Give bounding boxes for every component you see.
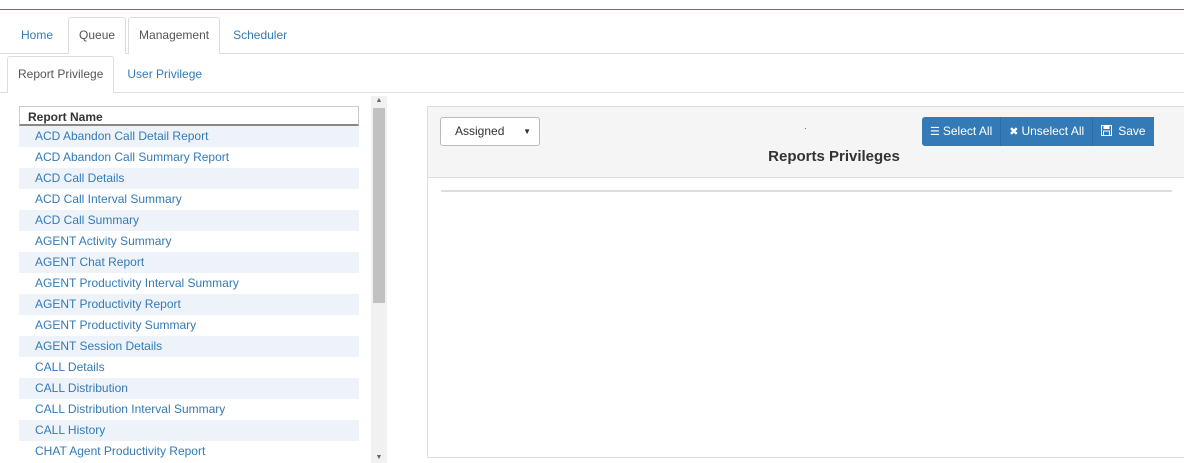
list-item[interactable]: AGENT Activity Summary (19, 231, 359, 252)
list-item[interactable]: AGENT Session Details (19, 336, 359, 357)
action-button-group: ☰ Select All ✖ Unselect All Save (922, 117, 1154, 146)
scroll-up-arrow-icon[interactable]: ▲ (371, 96, 387, 106)
list-item[interactable]: CALL Distribution (19, 378, 359, 399)
save-label: Save (1118, 124, 1146, 138)
main-tabs: Home Queue Management Scheduler (0, 17, 1184, 54)
unselect-all-label: Unselect All (1021, 124, 1085, 138)
dot-text: . (804, 121, 807, 132)
sub-tabs: Report Privilege User Privilege (0, 56, 1184, 93)
panel-header: Assigned ▼ . ☰ Select All ✖ Unselect All S… (428, 107, 1184, 178)
list-item[interactable]: ACD Call Interval Summary (19, 189, 359, 210)
list-item[interactable]: AGENT Productivity Summary (19, 315, 359, 336)
list-icon: ☰ (930, 126, 940, 138)
chevron-down-icon: ▼ (523, 127, 531, 136)
scroll-thumb[interactable] (373, 108, 385, 303)
list-item[interactable]: ACD Call Details (19, 168, 359, 189)
tab-user-privilege[interactable]: User Privilege (116, 56, 213, 91)
list-scrollbar[interactable]: ▲ ▼ (371, 96, 387, 463)
list-item[interactable]: ACD Abandon Call Detail Report (19, 126, 359, 147)
list-item[interactable]: CALL Details (19, 357, 359, 378)
list-item[interactable]: ACD Abandon Call Summary Report (19, 147, 359, 168)
list-item[interactable]: ACD Call Summary (19, 210, 359, 231)
floppy-disk-icon (1101, 125, 1115, 138)
select-value: Assigned (455, 124, 505, 138)
list-item[interactable]: CALL Distribution Interval Summary (19, 399, 359, 420)
tab-queue[interactable]: Queue (68, 17, 127, 54)
list-item[interactable]: AGENT Productivity Report (19, 294, 359, 315)
panel-divider (441, 190, 1172, 192)
report-list-header: Report Name (19, 106, 359, 126)
select-all-label: Select All (942, 124, 993, 138)
top-rule (0, 9, 1184, 10)
tab-scheduler[interactable]: Scheduler (222, 17, 298, 52)
tab-home[interactable]: Home (9, 17, 66, 52)
list-item[interactable]: AGENT Chat Report (19, 252, 359, 273)
report-list: Report Name ACD Abandon Call Detail Repo… (19, 106, 359, 463)
list-item[interactable]: AGENT Productivity Interval Summary (19, 273, 359, 294)
scroll-down-arrow-icon[interactable]: ▼ (371, 453, 387, 463)
tab-report-privilege[interactable]: Report Privilege (7, 56, 115, 93)
times-icon: ✖ (1009, 126, 1019, 138)
tab-management[interactable]: Management (128, 17, 221, 54)
unselect-all-button[interactable]: ✖ Unselect All (1001, 117, 1094, 146)
list-item[interactable]: CHAT Agent Productivity Report (19, 441, 359, 462)
select-all-button[interactable]: ☰ Select All (922, 117, 1002, 146)
list-item[interactable]: CALL History (19, 420, 359, 441)
panel-title: Reports Privileges (768, 148, 900, 165)
reports-privileges-panel: Assigned ▼ . ☰ Select All ✖ Unselect All S… (427, 106, 1184, 458)
assigned-filter-select[interactable]: Assigned ▼ (440, 117, 540, 146)
save-button[interactable]: Save (1093, 117, 1154, 146)
report-list-items: ACD Abandon Call Detail Report ACD Aband… (19, 126, 359, 462)
